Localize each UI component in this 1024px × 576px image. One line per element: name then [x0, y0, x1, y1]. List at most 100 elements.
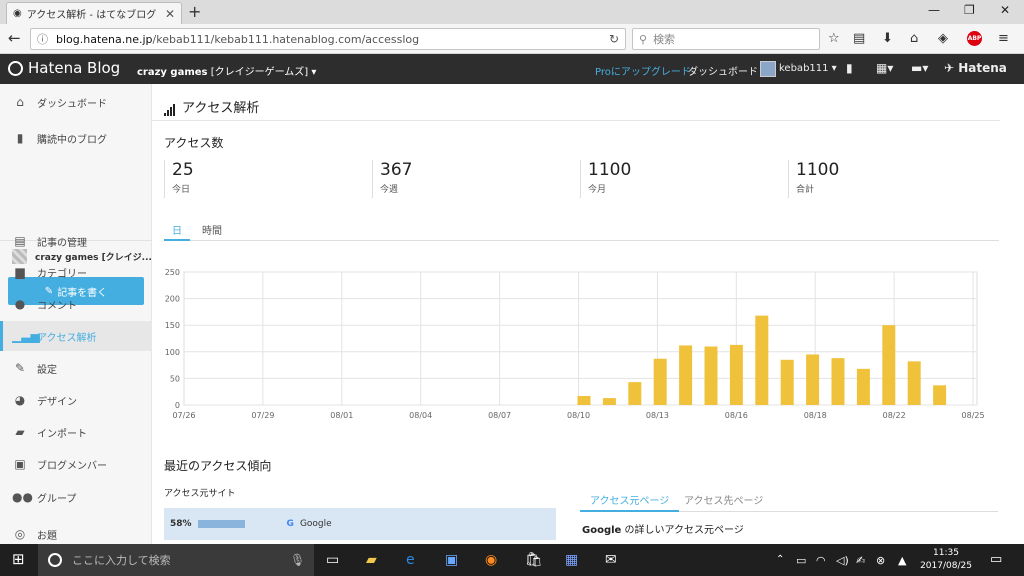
- referrer-percent: 58%: [170, 519, 192, 529]
- hatena-logo-icon: [8, 60, 23, 76]
- tab-title: アクセス解析 - はてなブログ: [26, 10, 157, 21]
- menu-icon[interactable]: ≡: [998, 31, 1009, 46]
- edge-icon[interactable]: e: [406, 552, 415, 568]
- browser-tab[interactable]: ◉ アクセス解析 - はてなブログ ✕: [6, 2, 182, 24]
- referrer-share-bar: [197, 520, 245, 528]
- pocket-icon[interactable]: ◈: [938, 31, 948, 46]
- back-arrow-icon[interactable]: ←: [8, 29, 21, 47]
- info-icon[interactable]: ⓘ: [37, 31, 48, 47]
- title-divider: [152, 120, 1000, 121]
- task-view-icon[interactable]: ▭: [326, 552, 339, 568]
- blog-selector[interactable]: crazy games [クレイジーゲームズ] ▾: [137, 63, 316, 78]
- detail-title: Google の詳しいアクセス元ページ: [582, 521, 744, 536]
- bookmark-icon[interactable]: ▮: [846, 61, 853, 75]
- minimize-icon[interactable]: —: [928, 3, 940, 17]
- sidebar-item-import[interactable]: ▰ インポート: [0, 417, 152, 447]
- notification-center-icon[interactable]: ▭: [990, 552, 1002, 567]
- calendar-app-icon[interactable]: ▦: [565, 552, 578, 568]
- reading-list-icon[interactable]: ▤: [853, 31, 865, 46]
- wifi-icon[interactable]: ◠: [816, 554, 826, 567]
- y-tick-label: 50: [170, 374, 180, 383]
- sidebar-item-access[interactable]: ▁▃▅ アクセス解析: [0, 321, 152, 351]
- chart-bar: [602, 398, 616, 405]
- apps-grid-icon[interactable]: ▦▾: [876, 61, 893, 75]
- truck-icon: ▰: [15, 425, 25, 439]
- clock-time: 11:35: [933, 548, 959, 558]
- chevron-up-icon[interactable]: ⌃: [776, 554, 784, 565]
- sidebar-item-group[interactable]: ●● グループ: [0, 482, 152, 512]
- page-title: アクセス解析: [164, 97, 259, 116]
- tab-hour[interactable]: 時間: [202, 222, 222, 241]
- pro-upgrade-link[interactable]: Proにアップグレード: [595, 63, 691, 78]
- restore-icon[interactable]: ❐: [964, 3, 975, 17]
- network-icon[interactable]: ▭: [796, 554, 806, 567]
- sidebar-item-dashboard[interactable]: ⌂ ダッシュボード: [0, 87, 152, 117]
- google-icon: G: [286, 519, 294, 529]
- star-icon[interactable]: ☆: [828, 31, 840, 46]
- sidebar-item-label: お題: [37, 530, 57, 542]
- app-icon[interactable]: ▣: [445, 552, 458, 568]
- avatar[interactable]: [760, 61, 776, 77]
- taskbar-search[interactable]: ここに入力して検索 🎙: [38, 544, 314, 576]
- microphone-icon[interactable]: 🎙: [290, 553, 305, 567]
- sidebar: ⌂ ダッシュボード ▮ 購読中のブログ crazy games [クレイジ... ✎…: [0, 84, 152, 544]
- x-tick-label: 08/25: [962, 411, 985, 420]
- dashboard-link[interactable]: ダッシュボード: [688, 63, 758, 78]
- notification-icon[interactable]: ▬▾: [911, 61, 928, 75]
- user-menu[interactable]: kebab111 ▾: [779, 63, 837, 74]
- sidebar-item-category[interactable]: ▆ カテゴリー: [0, 257, 152, 287]
- close-tab-icon[interactable]: ✕: [165, 7, 175, 21]
- sidebar-item-members[interactable]: ▣ ブログメンバー: [0, 449, 152, 479]
- taskbar-clock[interactable]: 11:35 2017/08/25: [920, 547, 972, 573]
- home-icon[interactable]: ⌂: [910, 31, 918, 46]
- hatena-blog-logo[interactable]: Hatena Blog: [8, 59, 120, 77]
- referrer-row[interactable]: 58% G Google: [164, 508, 556, 540]
- mail-icon[interactable]: ✉: [605, 552, 617, 568]
- close-circle-icon[interactable]: ⊗: [876, 554, 885, 567]
- chart-bar: [780, 359, 794, 405]
- sidebar-item-settings[interactable]: ✎ 設定: [0, 353, 152, 383]
- adblock-icon[interactable]: ABP: [967, 31, 982, 46]
- sidebar-item-subscriptions[interactable]: ▮ 購読中のブログ: [0, 123, 152, 153]
- sidebar-item-label: デザイン: [37, 396, 77, 408]
- browser-nav-bar: ← ⓘ blog.hatena.ne.jp/kebab111/kebab111.…: [0, 24, 1024, 54]
- firefox-icon[interactable]: ◉: [485, 552, 497, 568]
- search-field[interactable]: ⚲ 検索: [632, 28, 820, 50]
- tab-day[interactable]: 日: [164, 222, 190, 241]
- close-window-icon[interactable]: ✕: [1000, 3, 1010, 17]
- hatena-link[interactable]: ✈ Hatena: [944, 61, 1007, 75]
- sidebar-item-articles[interactable]: ▤ 記事の管理: [0, 226, 152, 256]
- username: kebab111: [779, 63, 829, 74]
- url-domain: blog.hatena.ne.jp: [56, 32, 153, 46]
- chart-bar: [856, 368, 870, 405]
- tab-referrer-pages[interactable]: アクセス元ページ: [580, 492, 680, 512]
- chart-bar: [806, 354, 820, 405]
- y-tick-label: 200: [165, 295, 180, 304]
- tab-destination-pages[interactable]: アクセス先ページ: [684, 492, 763, 512]
- volume-icon[interactable]: ◁): [836, 554, 849, 567]
- chart-bar: [679, 345, 693, 405]
- reload-icon[interactable]: ↻: [609, 32, 619, 46]
- pro-label: Pro: [595, 67, 611, 78]
- windows-start-icon[interactable]: ⊞: [12, 550, 25, 568]
- pen-icon[interactable]: ✍: [856, 554, 865, 567]
- sidebar-item-comments[interactable]: ● コメント: [0, 289, 152, 319]
- sidebar-item-label: カテゴリー: [37, 268, 87, 280]
- sidebar-item-label: インポート: [37, 428, 87, 440]
- x-tick-label: 08/18: [804, 411, 827, 420]
- y-tick-label: 150: [165, 321, 180, 330]
- url-text: blog.hatena.ne.jp/kebab111/kebab111.hate…: [56, 33, 609, 46]
- file-explorer-icon[interactable]: ▰: [366, 552, 377, 568]
- sidebar-item-design[interactable]: ◕ デザイン: [0, 385, 152, 415]
- adobe-icon[interactable]: ▲: [898, 554, 906, 567]
- stat-month: 1100 今月: [580, 160, 631, 198]
- stat-label: 今月: [588, 185, 607, 195]
- store-icon[interactable]: 🛍: [525, 552, 543, 568]
- x-tick-label: 08/16: [725, 411, 748, 420]
- main-content: アクセス解析 アクセス数 25 今日 367 今週 1100 今月 1100 合計 日 …: [152, 84, 1024, 544]
- url-bar[interactable]: ⓘ blog.hatena.ne.jp/kebab111/kebab111.ha…: [30, 28, 626, 50]
- download-icon[interactable]: ⬇: [882, 31, 893, 46]
- chart-bar: [577, 395, 591, 405]
- stat-total: 1100 合計: [788, 160, 839, 198]
- new-tab-button[interactable]: +: [188, 2, 201, 21]
